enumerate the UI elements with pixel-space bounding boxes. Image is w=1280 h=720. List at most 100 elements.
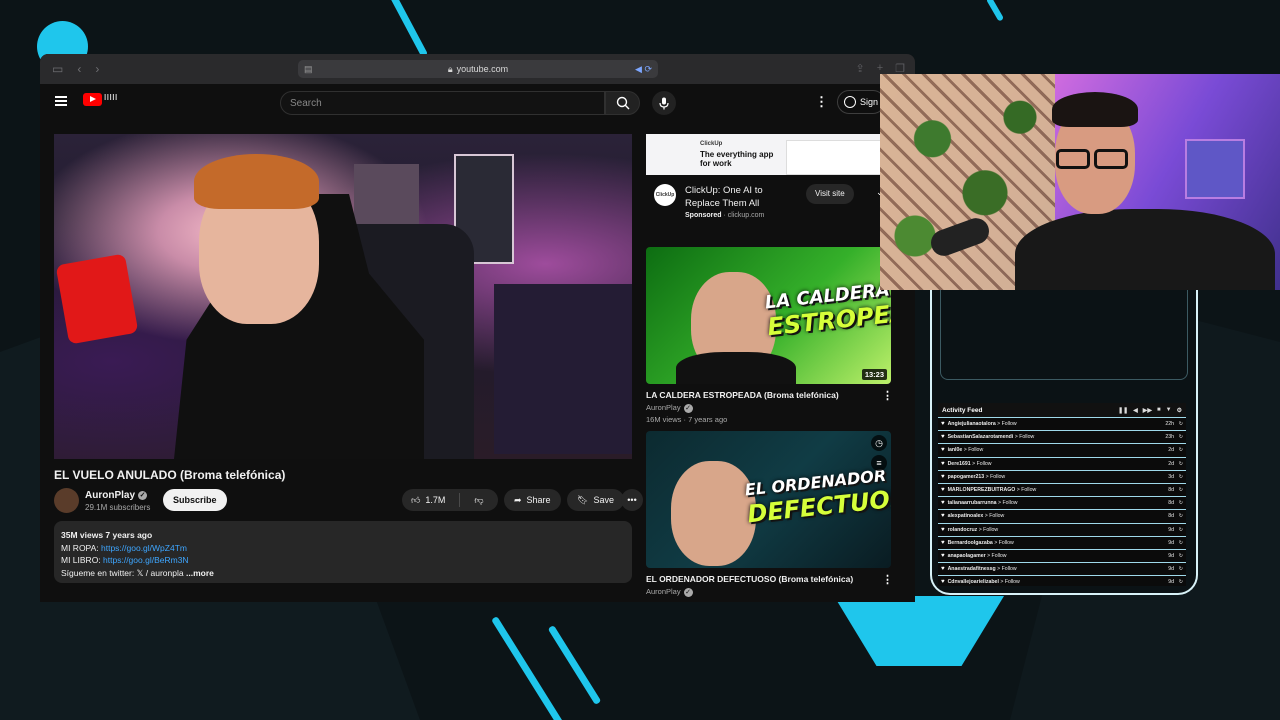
heart-icon: ♥ — [941, 500, 945, 507]
add-to-queue-icon[interactable]: ≡ — [871, 455, 887, 471]
follower-name: alexpatinoalex — [947, 513, 984, 520]
share-button[interactable]: ➦ Share — [504, 489, 561, 511]
replay-icon[interactable]: ↻ — [1179, 553, 1183, 559]
gear-icon[interactable]: ⚙︎ — [1177, 407, 1182, 414]
sidebar-toggle-icon[interactable]: ▭ — [52, 62, 63, 76]
sponsored-ad[interactable]: ClickUp The everything app for work Clic… — [646, 134, 896, 231]
volume-icon[interactable]: ◀︎ — [1133, 407, 1138, 414]
video-description[interactable]: 35M views 7 years ago MI ROPA: https://g… — [54, 521, 632, 583]
channel-name[interactable]: AuronPlay — [85, 490, 135, 501]
clickup-logo-icon[interactable]: ClickUp — [654, 184, 676, 206]
video-frame-shelf — [494, 284, 632, 454]
follower-name: Anaestradafitnessg — [947, 566, 996, 573]
share-arrow-icon: ➦ — [514, 494, 522, 505]
search-icon — [616, 96, 629, 110]
channel-avatar[interactable] — [54, 488, 79, 513]
feed-action: Follow — [990, 473, 1006, 480]
browser-toolbar: ▭ ‹ › ▤ 🔒︎ youtube.com ◀︎ ⟳ ⇪ + ❐ — [40, 54, 915, 84]
replay-icon[interactable]: ↻ — [1179, 500, 1183, 506]
follower-name: MARLONPEREZBUITRAGO — [947, 487, 1016, 494]
video-player[interactable] — [54, 134, 632, 459]
dislike-button[interactable]: 👎︎ — [465, 489, 492, 511]
page-settings-icon[interactable]: ▤ — [304, 64, 313, 75]
replay-icon[interactable]: ↻ — [1179, 487, 1183, 493]
replay-icon[interactable]: ↻ — [1179, 527, 1183, 533]
channel-name-wrap[interactable]: AuronPlay ✓ — [85, 490, 148, 501]
settings-menu-icon[interactable]: ⋮ — [815, 94, 828, 110]
webcam-glasses — [1056, 149, 1136, 171]
recommendation-channel[interactable]: AuronPlay ✓ — [646, 403, 693, 413]
sign-in-button[interactable]: Sign — [837, 90, 886, 114]
activity-feed-row[interactable]: ♥ alexpatinoalex > Follow 8d ↻ — [938, 509, 1186, 522]
replay-icon[interactable]: ↻ — [1179, 461, 1183, 467]
heart-icon: ♥ — [941, 566, 945, 573]
youtube-doodle[interactable]: ǀǀǀǀǀ — [104, 93, 118, 102]
like-button[interactable]: 👍︎ 1.7M — [402, 489, 454, 511]
subscribe-button[interactable]: Subscribe — [163, 489, 227, 511]
replay-icon[interactable]: ↻ — [1179, 579, 1183, 585]
share-icon[interactable]: ⇪ — [855, 62, 864, 75]
skip-icon[interactable]: ▶︎▶︎ — [1143, 407, 1152, 414]
activity-feed-row[interactable]: ♥ MARLONPEREZBUITRAGO > Follow 8d ↻ — [938, 482, 1186, 496]
description-link[interactable]: https://goo.gl/BeRm3N — [103, 555, 189, 565]
sign-in-label: Sign — [860, 97, 879, 107]
activity-feed-row[interactable]: ♥ anapaolagamer > Follow 9d ↻ — [938, 548, 1186, 562]
feed-action: Follow — [1021, 487, 1037, 494]
recommendation-menu-icon[interactable]: ⋮ — [882, 389, 893, 402]
recommendation-channel[interactable]: AuronPlay ✓ — [646, 587, 693, 597]
audio-icon[interactable]: ◀︎ ⟳ — [635, 64, 652, 75]
forward-icon[interactable]: › — [95, 62, 99, 76]
activity-feed-row[interactable]: ♥ Angiejulianaotalora > Follow 22h ↻ — [938, 417, 1186, 430]
voice-search-button[interactable] — [652, 91, 676, 115]
replay-icon[interactable]: ↻ — [1179, 540, 1183, 546]
replay-icon[interactable]: ↻ — [1179, 447, 1183, 453]
activity-feed-row[interactable]: ♥ talianaarrubarrunna > Follow 8d ↻ — [938, 496, 1186, 509]
activity-feed-row[interactable]: ♥ rolandocruz > Follow 9d ↻ — [938, 522, 1186, 536]
activity-feed-row[interactable]: ♥ Cdnvallejoarielizabel > Follow 9d ↻ — [938, 575, 1186, 588]
replay-icon[interactable]: ↻ — [1179, 566, 1183, 572]
channel-name[interactable]: AuronPlay — [646, 587, 681, 596]
channel-name[interactable]: AuronPlay — [646, 403, 681, 412]
activity-feed-row[interactable]: ♥ ianl0e > Follow 2d ↻ — [938, 443, 1186, 456]
activity-feed-row[interactable]: ♥ Anaestradafitnessg > Follow 9d ↻ — [938, 562, 1186, 575]
visit-site-button[interactable]: Visit site — [806, 184, 854, 204]
filter-icon[interactable]: ▼ — [1166, 407, 1172, 414]
replay-icon[interactable]: ↻ — [1179, 474, 1183, 480]
subscriber-count: 29.1M subscribers — [85, 503, 151, 512]
feed-action: Follow — [1019, 434, 1035, 441]
activity-feed-row[interactable]: ♥ Dere1691 > Follow 2d ↻ — [938, 456, 1186, 470]
back-icon[interactable]: ‹ — [77, 62, 81, 76]
feed-time: 2d — [1168, 460, 1174, 467]
ad-title[interactable]: ClickUp: One AI to Replace Them All — [685, 184, 780, 210]
ad-banner-tagline: The everything app for work — [700, 150, 774, 168]
search-button[interactable] — [605, 91, 640, 115]
recommendation-thumbnail[interactable]: EL ORDENADOR DEFECTUOSO ◷ ≡ — [646, 431, 891, 568]
replay-icon[interactable]: ↻ — [1179, 434, 1183, 440]
save-button[interactable]: 🔖︎ Save — [567, 489, 624, 511]
feed-action: Follow — [998, 539, 1014, 546]
verified-icon: ✓ — [683, 403, 693, 413]
recommendation-title[interactable]: LA CALDERA ESTROPEADA (Broma telefónica) — [646, 390, 839, 400]
video-title: EL VUELO ANULADO (Broma telefónica) — [54, 468, 286, 482]
url-text: youtube.com — [456, 64, 509, 74]
recommendation-menu-icon[interactable]: ⋮ — [882, 573, 893, 586]
show-more-link[interactable]: ...more — [186, 568, 214, 578]
watch-later-icon[interactable]: ◷ — [871, 435, 887, 451]
youtube-logo-icon[interactable] — [83, 93, 102, 106]
ad-banner[interactable]: ClickUp The everything app for work — [646, 134, 896, 175]
recommendation-thumbnail[interactable]: LA CALDERA ESTROPEADA 13:23 — [646, 247, 891, 384]
activity-feed-row[interactable]: ♥ SebastianSalazarotamendi > Follow 23h ↻ — [938, 430, 1186, 443]
more-actions-button[interactable]: ••• — [621, 489, 643, 511]
activity-feed-row[interactable]: ♥ papogamer213 > Follow 3d ↻ — [938, 469, 1186, 483]
menu-icon[interactable] — [55, 96, 67, 106]
replay-icon[interactable]: ↻ — [1179, 421, 1183, 427]
recommendation-title[interactable]: EL ORDENADOR DEFECTUOSO (Broma telefónic… — [646, 574, 853, 584]
pause-icon[interactable]: ❚❚ — [1118, 407, 1128, 414]
video-frame-hair — [194, 154, 319, 209]
description-link[interactable]: https://goo.gl/WpZ4Tm — [101, 543, 187, 553]
stop-icon[interactable]: ■ — [1157, 407, 1161, 414]
activity-feed-row[interactable]: ♥ Bernardoolgazaba > Follow 9d ↻ — [938, 535, 1186, 549]
address-bar[interactable]: ▤ 🔒︎ youtube.com ◀︎ ⟳ — [298, 60, 658, 78]
search-input[interactable]: Search — [280, 91, 605, 115]
replay-icon[interactable]: ↻ — [1179, 513, 1183, 519]
